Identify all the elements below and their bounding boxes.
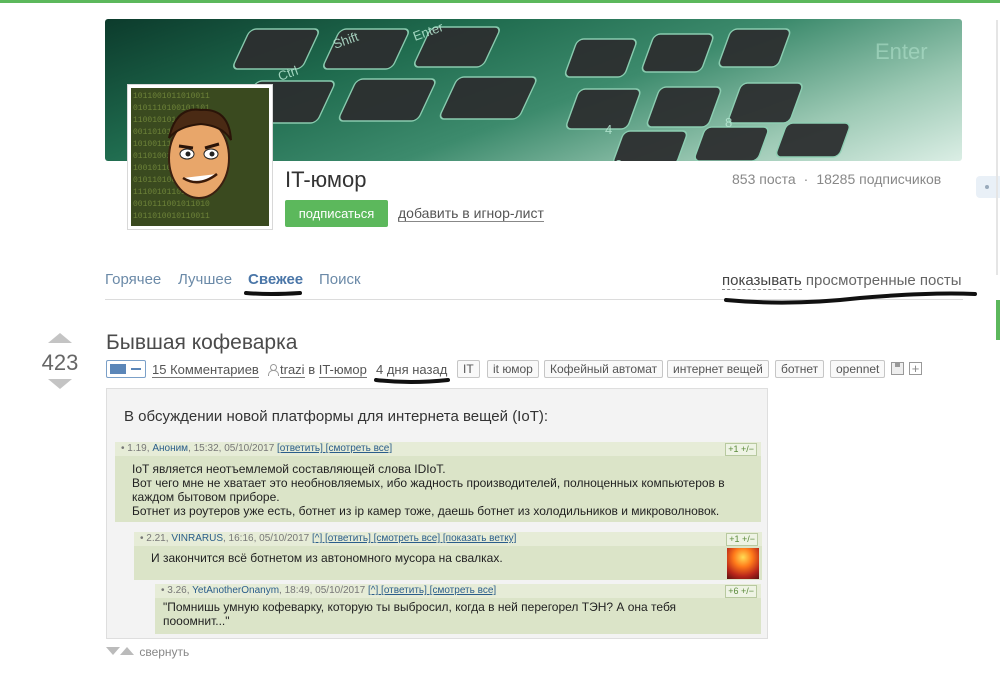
post-time: 4 дня назад (376, 362, 448, 377)
comment-body: IoT является неотъемлемой составляющей с… (132, 462, 732, 518)
stats-separator: · (803, 171, 809, 187)
collapse-label: свернуть (139, 645, 190, 659)
underline-annotation (244, 291, 302, 296)
comment-author: VINRARUS (171, 533, 223, 544)
scrollbar-track[interactable] (996, 20, 998, 275)
comment-number: 1.19, (127, 443, 153, 454)
tag-item[interactable]: интернет вещей (667, 360, 769, 378)
community-link[interactable]: IT-юмор (318, 362, 367, 378)
comment-time: , 18:49, 05/10/2017 (279, 585, 369, 596)
comments-link[interactable]: 15 Комментариев (152, 362, 259, 378)
user-icon (268, 364, 279, 376)
subscribers-count: 18285 подписчиков (816, 171, 942, 187)
underline-annotation (374, 378, 450, 384)
comment-links: [^] [ответить] [смотреть все] (368, 585, 497, 596)
show-viewed-posts: показывать просмотренные посты (722, 272, 962, 290)
comment-vote: +6 +/− (725, 585, 757, 598)
comment-header: • 3.26, YetAnotherOnanym, 18:49, 05/10/2… (155, 584, 761, 598)
tab-fresh[interactable]: Свежее (248, 271, 303, 288)
comment-line: "Помнишь умную кофеварку, которую ты выб… (163, 600, 677, 614)
comment-line: И закончится всё ботнетом из автономного… (151, 551, 503, 565)
post-content: В обсуждении новой платформы для интерне… (106, 388, 768, 639)
author-link[interactable]: trazi (280, 362, 305, 378)
comment-line: пооомнит..." (163, 614, 230, 628)
comment-links: [ответить] [смотреть все] (277, 443, 393, 454)
svg-text:Enter: Enter (875, 39, 928, 64)
comment-vote: +1 +/− (726, 533, 758, 546)
tag-item[interactable]: Кофейный автомат (544, 360, 664, 378)
comment-header: • 2.21, VINRARUS, 16:16, 05/10/2017 [^] … (134, 532, 762, 546)
svg-text:1011001011010011: 1011001011010011 (133, 92, 210, 101)
community-avatar: 1011001011010011 0101110100101101 1100101… (127, 84, 273, 230)
save-icon[interactable] (891, 362, 904, 375)
show-viewed-toggle[interactable]: показывать (722, 272, 802, 290)
comment-author: Аноним (152, 443, 189, 454)
community-stats: 853 поста · 18285 подписчиков (732, 171, 941, 187)
comment-body: И закончится всё ботнетом из автономного… (151, 551, 711, 565)
view-mode-toggle[interactable] (106, 360, 146, 378)
comment-time: , 16:16, 05/10/2017 (223, 533, 312, 544)
view-mode-icon (110, 364, 126, 374)
nuclear-explosion-avatar (727, 548, 759, 579)
comment-number: 3.26, (167, 585, 193, 596)
tab-hot[interactable]: Горячее (105, 271, 161, 288)
tag-item[interactable]: opennet (830, 360, 886, 378)
comment-line: Вот чего мне не хватает это необновляемы… (132, 476, 725, 490)
tabs-divider (105, 299, 963, 300)
add-to-ignore-link[interactable]: добавить в игнор-лист (398, 206, 544, 222)
comment-links: [^] [ответить] [смотреть все] [показать … (311, 533, 517, 544)
svg-text:8: 8 (725, 115, 732, 130)
author-block: trazi в IT-юмор (268, 362, 367, 378)
subscribe-button[interactable]: подписаться (285, 200, 388, 227)
svg-text:0010111001011010: 0010111001011010 (133, 200, 210, 209)
embedded-comment: • 1.19, Аноним, 15:32, 05/10/2017 [ответ… (115, 442, 761, 522)
collapse-icon (131, 368, 141, 370)
post-title[interactable]: Бывшая кофеварка (106, 331, 297, 355)
posts-count: 853 поста (732, 171, 796, 187)
comment-number: 2.21, (146, 533, 172, 544)
svg-text:1011010010110011: 1011010010110011 (133, 212, 210, 221)
tag-item[interactable]: ботнет (775, 360, 825, 378)
in-word: в (308, 362, 316, 377)
comment-line: Ботнет из роутеров уже есть, ботнет из i… (132, 504, 720, 518)
svg-text:2: 2 (615, 157, 622, 161)
tab-best[interactable]: Лучшее (178, 271, 232, 288)
comment-time: , 15:32, 05/10/2017 (188, 443, 278, 454)
svg-text:4: 4 (605, 122, 612, 137)
side-green-marker (996, 300, 1000, 340)
collapse-arrows-icon (106, 646, 136, 656)
community-title: IT-юмор (285, 167, 367, 192)
tab-search[interactable]: Поиск (319, 271, 361, 288)
embedded-comment: • 2.21, VINRARUS, 16:16, 05/10/2017 [^] … (134, 532, 762, 580)
expand-plus-icon[interactable]: + (909, 362, 922, 375)
post-intro-text: В обсуждении новой платформы для интерне… (124, 408, 549, 425)
comment-author: YetAnotherOnanym (192, 585, 280, 596)
vote-down-arrow-icon[interactable] (48, 379, 72, 389)
tag-item[interactable]: it юмор (487, 360, 539, 378)
comment-line: IoT является неотъемлемой составляющей с… (132, 462, 446, 476)
comment-line: каждом бытовом приборе. (132, 490, 280, 504)
comment-header: • 1.19, Аноним, 15:32, 05/10/2017 [ответ… (115, 442, 761, 456)
vote-up-arrow-icon[interactable] (48, 333, 72, 343)
top-accent-line (0, 0, 1000, 3)
show-viewed-label: просмотренные посты (801, 272, 962, 289)
comment-vote: +1 +/− (725, 443, 757, 456)
collapse-post[interactable]: свернуть (106, 645, 189, 659)
comment-body: "Помнишь умную кофеварку, которую ты выб… (163, 600, 703, 628)
post-rating: 423 (41, 350, 79, 375)
embedded-comment: • 3.26, YetAnotherOnanym, 18:49, 05/10/2… (155, 584, 761, 634)
tag-item[interactable]: IT (457, 360, 480, 378)
